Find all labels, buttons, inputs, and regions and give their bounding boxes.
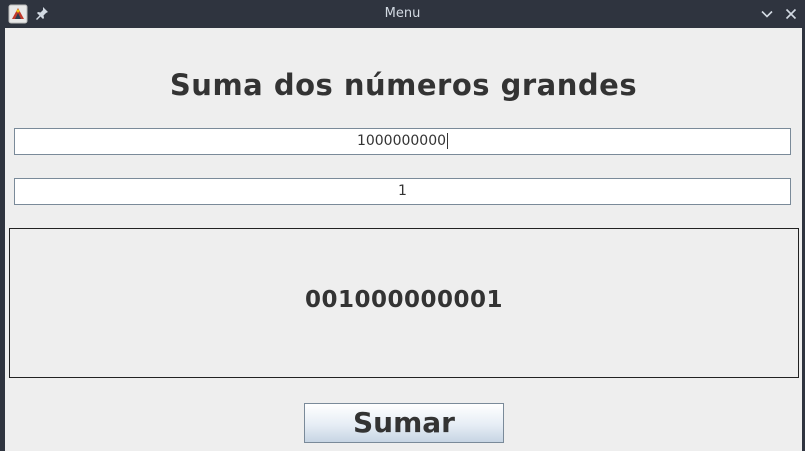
result-value: 001000000001 <box>304 287 504 313</box>
window-title: Menu <box>384 6 421 21</box>
application-window: Menu Suma dos números grandes 1000000000… <box>0 0 805 451</box>
page-title: Suma dos números grandes <box>169 68 638 102</box>
title-bar[interactable]: Menu <box>0 0 805 28</box>
main-panel: Suma dos números grandes 1000000000 1 00… <box>5 28 802 451</box>
text-caret <box>447 133 449 149</box>
first-number-value: 1000000000 <box>356 133 447 149</box>
sum-button[interactable]: Sumar <box>304 403 504 443</box>
second-number-value: 1 <box>398 183 407 199</box>
first-number-input[interactable]: 1000000000 <box>14 128 791 155</box>
close-icon[interactable] <box>784 7 798 21</box>
second-number-input[interactable]: 1 <box>14 178 791 205</box>
chevron-down-icon[interactable] <box>760 7 774 21</box>
result-panel: 001000000001 <box>9 228 799 378</box>
